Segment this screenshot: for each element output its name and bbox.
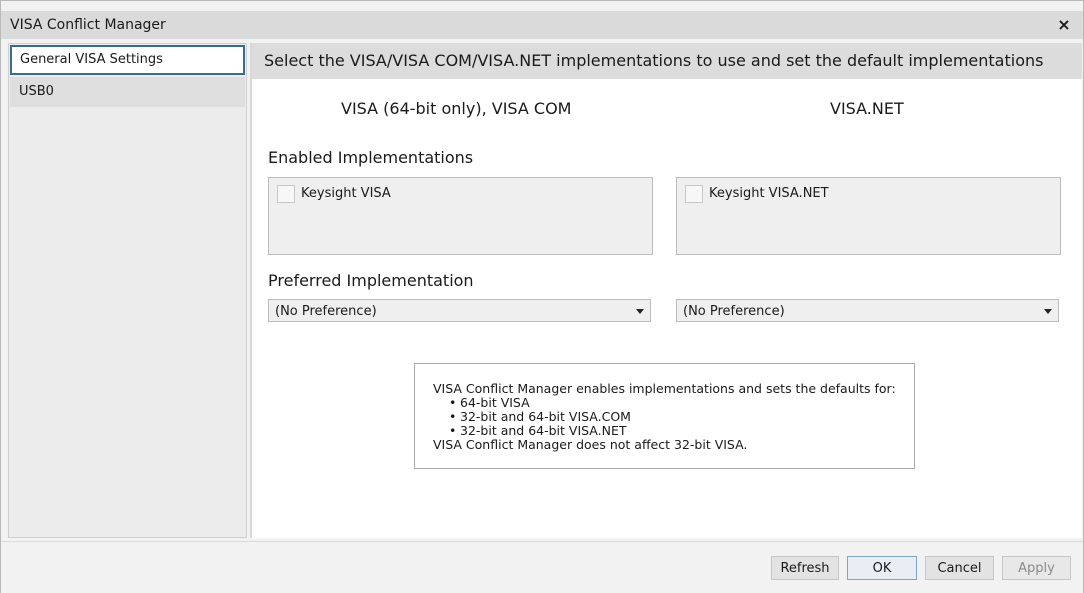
visa-preference-dropdown[interactable]: (No Preference): [268, 299, 651, 322]
visa-net-implementations-box: Keysight VISA.NET: [676, 177, 1061, 255]
window-title: VISA Conflict Manager: [10, 17, 166, 33]
keysight-visa-label: Keysight VISA: [301, 186, 391, 201]
column-title-visa-net: VISA.NET: [830, 99, 904, 118]
visa-net-preference-value: (No Preference): [683, 304, 785, 319]
column-title-visa: VISA (64-bit only), VISA COM: [341, 99, 572, 118]
info-bullet: 32-bit and 64-bit VISA.COM: [433, 410, 914, 424]
visa-net-preference-dropdown[interactable]: (No Preference): [676, 299, 1059, 322]
enabled-implementations-title: Enabled Implementations: [268, 148, 474, 167]
chevron-down-icon: [636, 309, 644, 314]
visa-preference-value: (No Preference): [275, 304, 377, 319]
panel-header: Select the VISA/VISA COM/VISA.NET implem…: [252, 43, 1082, 79]
keysight-visa-checkbox[interactable]: [277, 185, 295, 203]
footer-button-bar: Refresh OK Cancel Apply: [1, 541, 1083, 593]
info-line-1: VISA Conflict Manager enables implementa…: [433, 381, 896, 396]
sidebar-item-general-visa-settings[interactable]: General VISA Settings: [10, 45, 245, 75]
info-bullet: 32-bit and 64-bit VISA.NET: [433, 424, 914, 438]
refresh-button[interactable]: Refresh: [771, 556, 839, 580]
title-bar: VISA Conflict Manager ×: [1, 11, 1083, 39]
keysight-visa-net-label: Keysight VISA.NET: [709, 186, 829, 201]
sidebar-item-usb0[interactable]: USB0: [10, 77, 245, 107]
visa-conflict-manager-window: VISA Conflict Manager × General VISA Set…: [0, 0, 1084, 593]
apply-button[interactable]: Apply: [1002, 556, 1071, 580]
cancel-button[interactable]: Cancel: [925, 556, 994, 580]
info-box: VISA Conflict Manager enables implementa…: [414, 363, 915, 469]
info-bullet: 64-bit VISA: [433, 396, 914, 410]
sidebar: General VISA Settings USB0: [8, 43, 247, 538]
chevron-down-icon: [1044, 309, 1052, 314]
close-icon[interactable]: ×: [1055, 16, 1073, 34]
preferred-implementation-title: Preferred Implementation: [268, 271, 474, 290]
ok-button[interactable]: OK: [847, 556, 917, 580]
keysight-visa-net-checkbox[interactable]: [685, 185, 703, 203]
visa-implementations-box: Keysight VISA: [268, 177, 653, 255]
info-line-2: VISA Conflict Manager does not affect 32…: [433, 437, 748, 452]
main-panel: Select the VISA/VISA COM/VISA.NET implem…: [250, 43, 1082, 538]
